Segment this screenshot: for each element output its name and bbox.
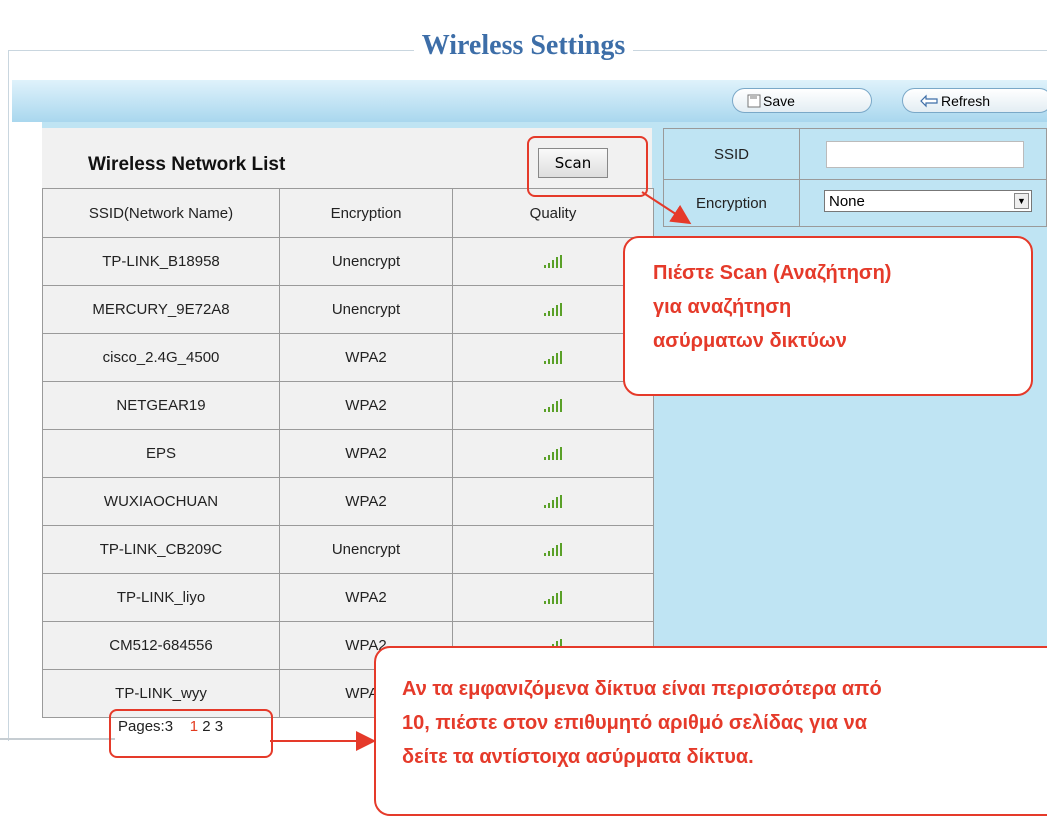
scan-arrow bbox=[641, 191, 692, 225]
callout-arrows bbox=[270, 191, 692, 751]
